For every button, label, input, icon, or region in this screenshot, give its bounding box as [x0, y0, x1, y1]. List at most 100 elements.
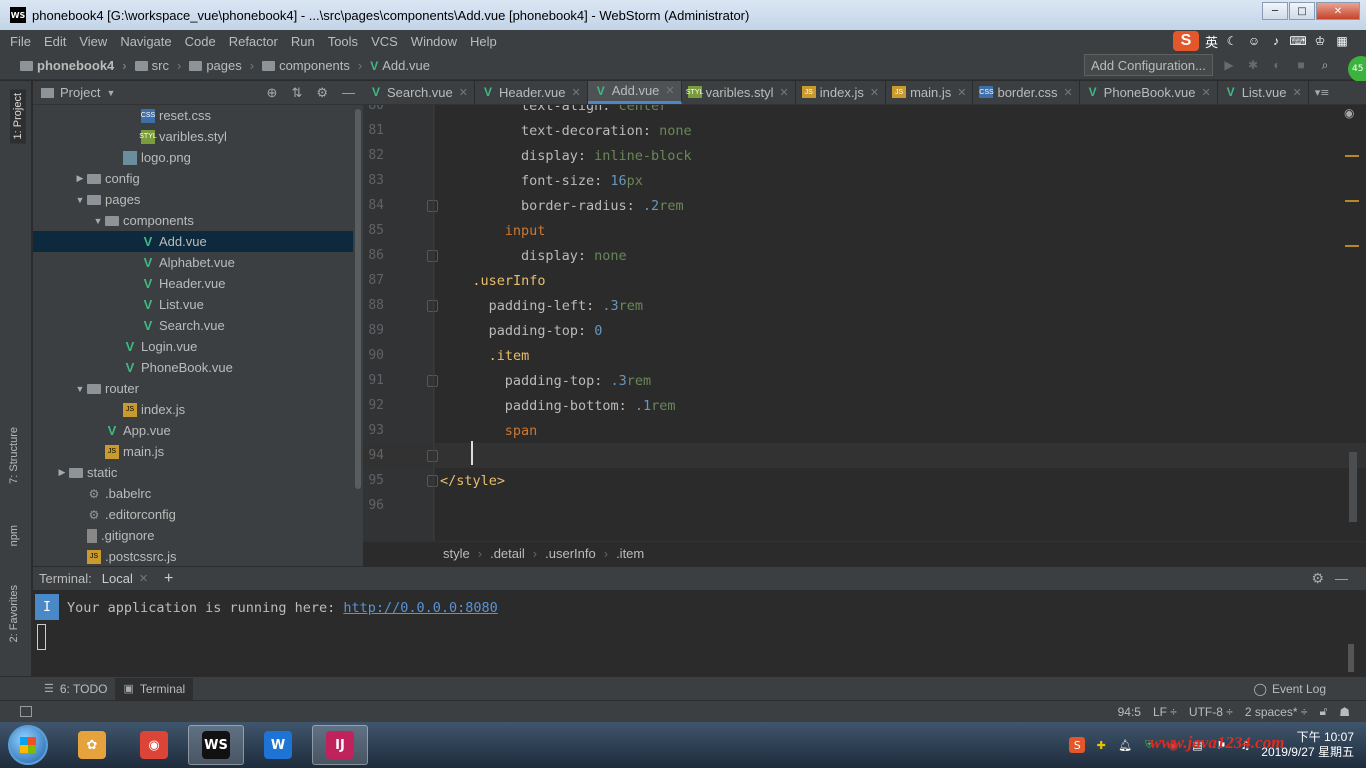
file-encoding[interactable]: UTF-8 ÷ — [1189, 705, 1233, 719]
tree-item[interactable]: ▶ static — [33, 462, 353, 483]
editor-tab[interactable]: V List.vue ✕ — [1218, 81, 1309, 104]
run-icon[interactable]: ▶ — [1222, 58, 1236, 72]
nav-crumb-src[interactable]: src › — [134, 58, 181, 73]
code-line[interactable]: 86 display: none — [363, 243, 1366, 268]
toolwindow-todo[interactable]: ☰ 6: TODO — [36, 678, 115, 700]
code-line[interactable]: 96 — [363, 493, 1366, 518]
close-icon[interactable]: ✕ — [665, 84, 674, 97]
code-line[interactable]: 94 — [363, 443, 1366, 468]
tree-item[interactable]: V List.vue — [33, 294, 353, 315]
editor-scrollbar[interactable] — [1349, 452, 1357, 522]
menu-refactor[interactable]: Refactor — [229, 34, 278, 49]
code-line[interactable]: 95 </style> — [363, 468, 1366, 493]
editor-tab[interactable]: V PhoneBook.vue ✕ — [1080, 81, 1218, 104]
bell-icon[interactable]: 🔔︎ — [1117, 737, 1133, 753]
chevron-right-icon[interactable]: ▶ — [55, 467, 69, 478]
add-configuration-button[interactable]: Add Configuration... — [1084, 54, 1213, 76]
editor-tab[interactable]: STYL varibles.styl ✕ — [682, 81, 796, 104]
chevron-down-icon[interactable]: ▼ — [91, 216, 105, 226]
editor-tab[interactable]: JS main.js ✕ — [886, 81, 974, 104]
tree-item[interactable]: V Search.vue — [33, 315, 353, 336]
chevron-down-icon[interactable]: ▼ — [73, 384, 87, 394]
sogou-logo-icon[interactable]: S — [1172, 31, 1199, 51]
nav-crumb-file[interactable]: V Add.vue — [370, 58, 430, 73]
tb-app-chrome[interactable]: ◉ — [126, 725, 182, 765]
menu-vcs[interactable]: VCS — [371, 34, 398, 49]
close-icon[interactable]: ✕ — [139, 572, 148, 585]
gear-icon[interactable]: ⚙ — [1311, 570, 1324, 587]
tb-app-pinwheel[interactable]: ✿ — [64, 725, 120, 765]
close-icon[interactable]: ✕ — [459, 86, 468, 99]
code-line[interactable]: 82 display: inline-block — [363, 143, 1366, 168]
plus-tray-icon[interactable]: ✚ — [1093, 737, 1109, 753]
tab-project[interactable]: 1: Project — [10, 89, 26, 144]
line-separator[interactable]: LF ÷ — [1153, 705, 1177, 719]
tree-item[interactable]: V App.vue — [33, 420, 353, 441]
code-crumb-item[interactable]: .item — [616, 546, 644, 561]
tabs-overflow-icon[interactable]: ▾≡ — [1309, 81, 1336, 104]
chevron-down-icon[interactable]: ▼ — [106, 88, 115, 98]
terminal-url-link[interactable]: http://0.0.0.0:8080 — [343, 600, 497, 616]
terminal-tab-local[interactable]: Local ✕ — [102, 571, 148, 586]
minimize-button[interactable]: ─ — [1262, 2, 1288, 20]
editor-tab[interactable]: V Search.vue ✕ — [363, 81, 475, 104]
ime-language-toggle[interactable]: 英 — [1205, 32, 1218, 51]
close-icon[interactable]: ✕ — [1201, 86, 1210, 99]
shirt-icon[interactable]: ♔ — [1312, 33, 1328, 49]
tree-item[interactable]: JS index.js — [33, 399, 353, 420]
tree-item[interactable]: ▼ pages — [33, 189, 353, 210]
editor-tab[interactable]: JS index.js ✕ — [796, 81, 887, 104]
mic-icon[interactable]: ♪ — [1268, 33, 1284, 49]
maximize-button[interactable]: □ — [1289, 2, 1315, 20]
code-line[interactable]: 80 text-align: center — [363, 105, 1366, 118]
smile-icon[interactable]: ☺ — [1246, 33, 1262, 49]
grid-icon[interactable]: ▦ — [1334, 33, 1350, 49]
code-area[interactable]: 80 text-align: center 81 text-decoration: n… — [363, 105, 1366, 541]
tree-item[interactable]: ▶ config — [33, 168, 353, 189]
stop-icon[interactable]: ■ — [1294, 58, 1308, 72]
code-line[interactable]: 88 padding-left: .3rem — [363, 293, 1366, 318]
hide-icon[interactable]: — — [342, 85, 355, 101]
indent-setting[interactable]: 2 spaces* ÷ — [1245, 705, 1308, 719]
toggle-panels-icon[interactable] — [20, 706, 32, 717]
close-icon[interactable]: ✕ — [571, 86, 580, 99]
menu-help[interactable]: Help — [470, 34, 497, 49]
project-view-selector[interactable]: Project — [60, 85, 100, 100]
menu-file[interactable]: File — [10, 34, 31, 49]
nav-crumb-components[interactable]: components › — [262, 58, 362, 73]
caret-position[interactable]: 94:5 — [1118, 705, 1141, 719]
locate-icon[interactable]: ⊕ — [267, 85, 278, 101]
search-icon[interactable]: ⌕ — [1318, 58, 1332, 72]
event-log-button[interactable]: ◯ Event Log — [1254, 682, 1326, 696]
code-crumb-style[interactable]: style — [443, 546, 470, 561]
nav-crumb-project[interactable]: phonebook4 › — [20, 58, 127, 73]
eye-icon[interactable]: ◉ — [1344, 106, 1354, 120]
code-line[interactable]: 93 span — [363, 418, 1366, 443]
tree-item[interactable]: ⚙ .babelrc — [33, 483, 353, 504]
editor-tab[interactable]: V Add.vue ✕ — [587, 81, 682, 104]
code-line[interactable]: 87 .userInfo — [363, 268, 1366, 293]
code-line[interactable]: 90 .item — [363, 343, 1366, 368]
close-icon[interactable]: ✕ — [870, 86, 879, 99]
close-icon[interactable]: ✕ — [1293, 86, 1302, 99]
project-scrollbar[interactable] — [355, 109, 361, 489]
tree-item[interactable]: CSS reset.css — [33, 105, 353, 126]
chevron-right-icon[interactable]: ▶ — [73, 173, 87, 184]
hide-icon[interactable]: — — [1335, 571, 1348, 586]
terminal-panel[interactable]: I Your application is running here: http… — [33, 590, 1366, 676]
close-icon[interactable]: ✕ — [1063, 86, 1072, 99]
close-button[interactable]: ✕ — [1316, 2, 1360, 20]
editor-tab[interactable]: CSS border.css ✕ — [973, 81, 1080, 104]
code-line[interactable]: 92 padding-bottom: .1rem — [363, 393, 1366, 418]
tree-item[interactable]: V Add.vue — [33, 231, 353, 252]
inspector-icon[interactable]: ☗ — [1339, 705, 1350, 719]
new-terminal-icon[interactable]: + — [164, 570, 173, 588]
menu-tools[interactable]: Tools — [328, 34, 358, 49]
code-crumb-detail[interactable]: .detail — [490, 546, 525, 561]
tree-item[interactable]: V Alphabet.vue — [33, 252, 353, 273]
tb-app-wps[interactable]: W — [250, 725, 306, 765]
menu-navigate[interactable]: Navigate — [120, 34, 171, 49]
tb-app-intellij[interactable]: IJ — [312, 725, 368, 765]
tree-item[interactable]: STYL varibles.styl — [33, 126, 353, 147]
tree-item[interactable]: V Header.vue — [33, 273, 353, 294]
